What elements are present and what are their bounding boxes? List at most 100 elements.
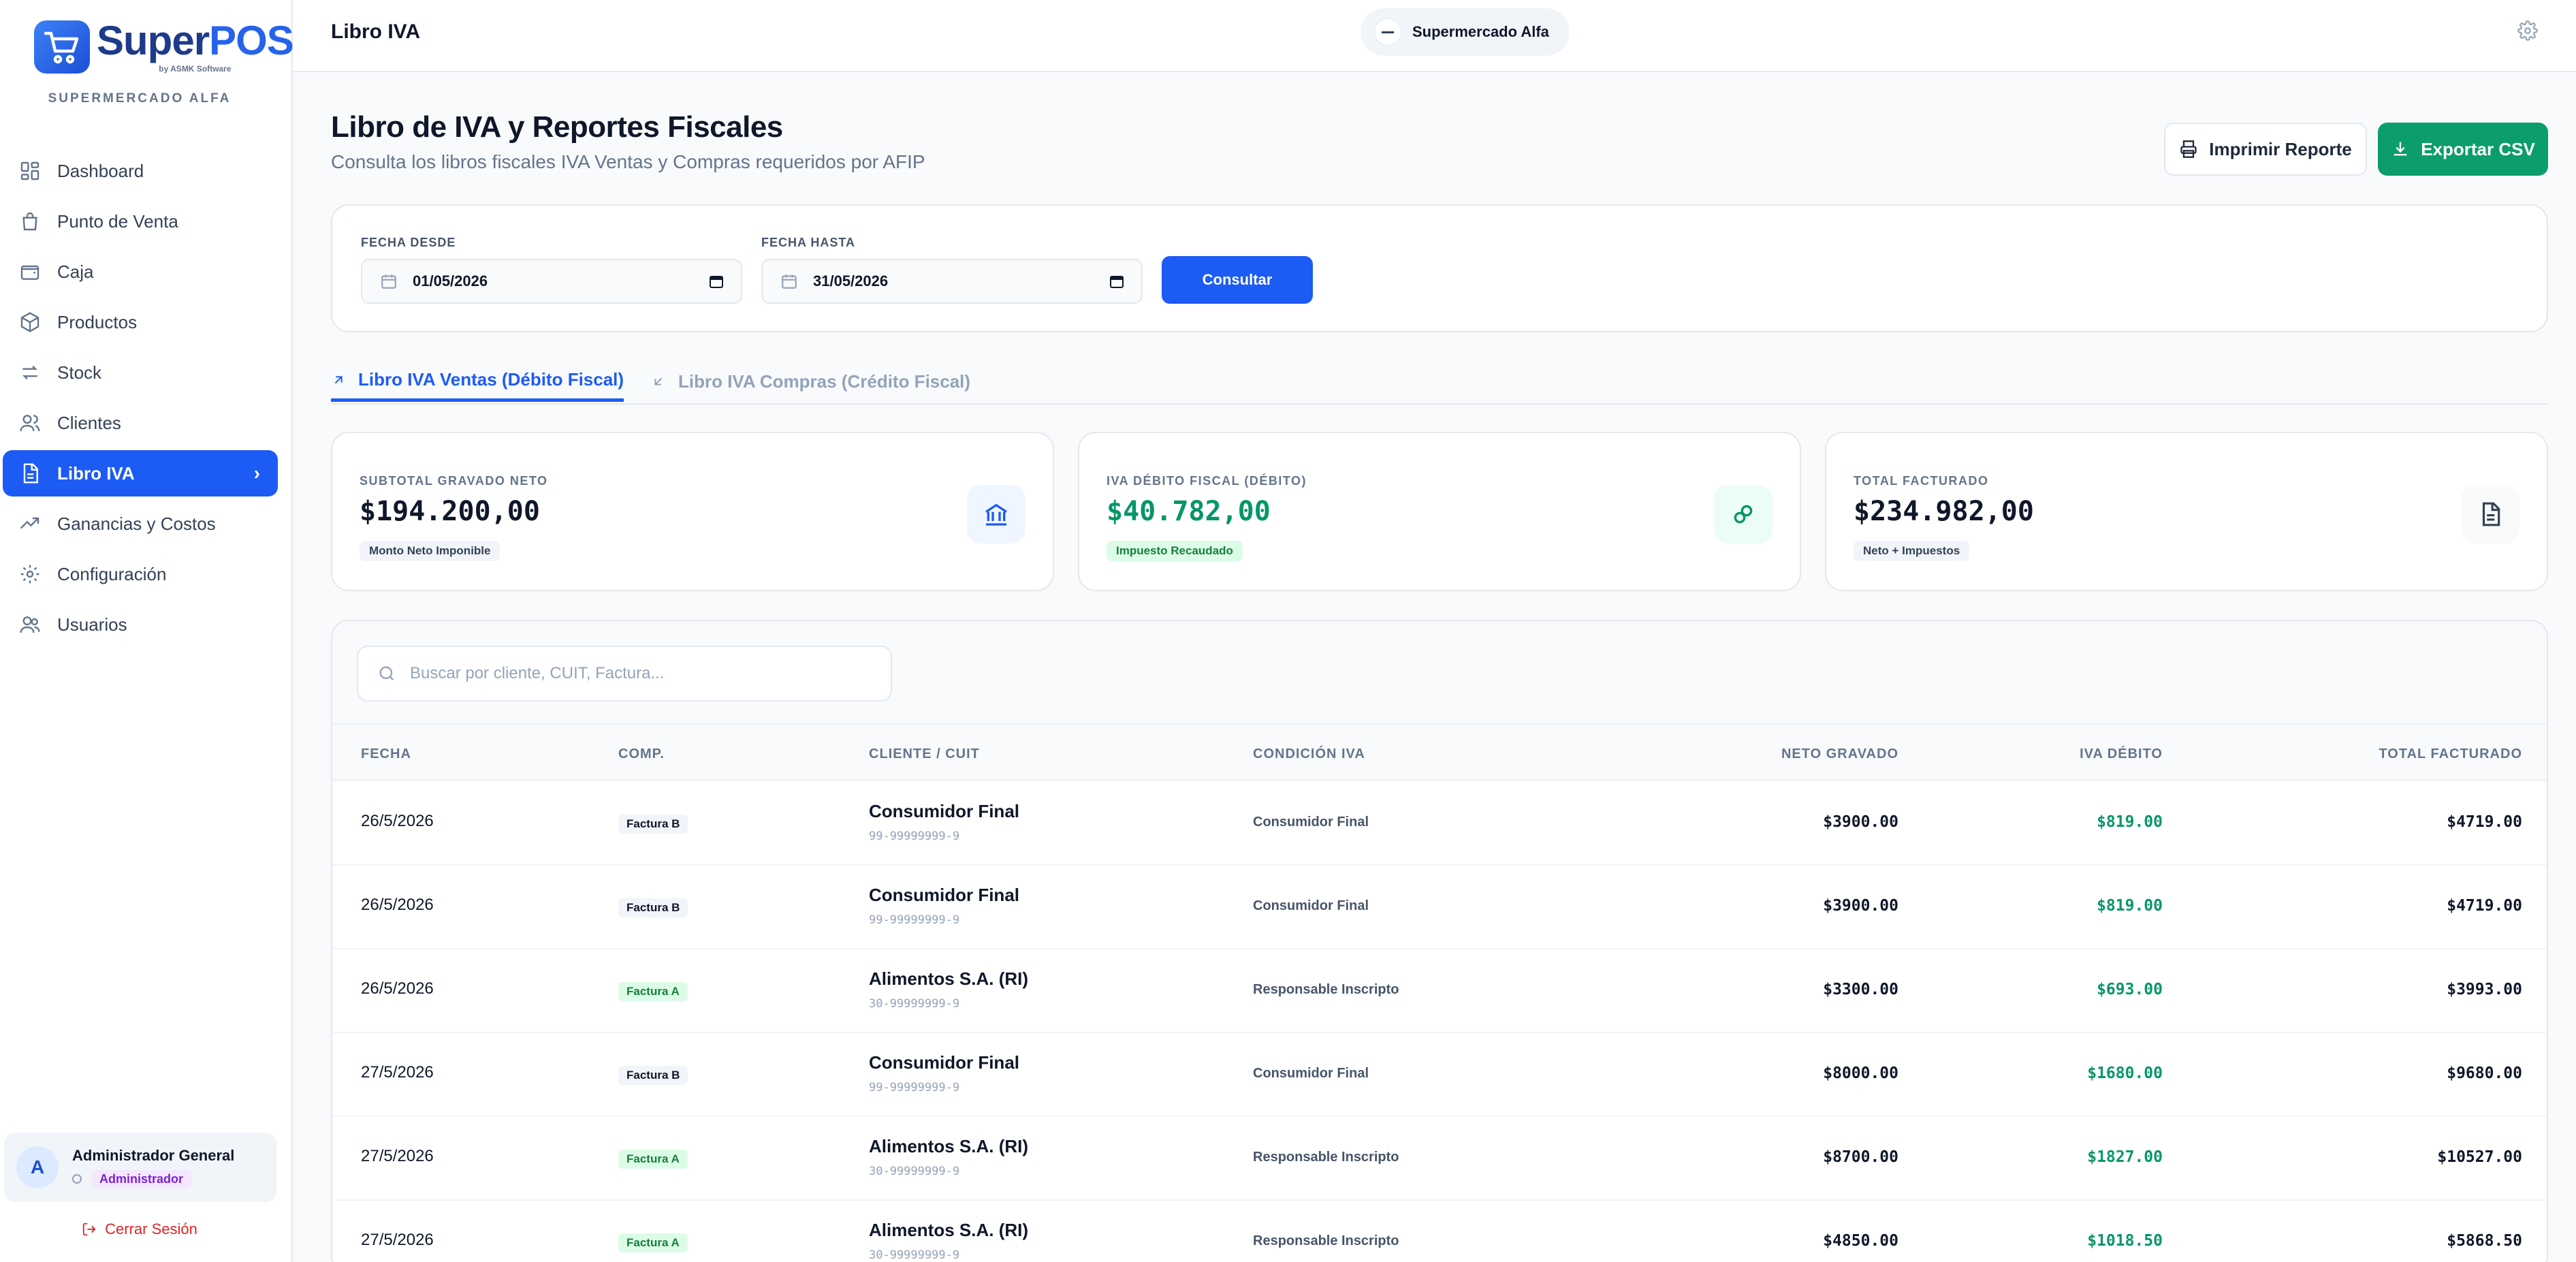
client-cuit: 99-99999999-9	[869, 913, 960, 927]
table-row[interactable]: 26/5/2026 Factura B Consumidor Final 99-…	[332, 866, 2547, 949]
users-icon	[20, 415, 40, 432]
logout-icon	[82, 1222, 96, 1236]
th-iva[interactable]: IVA DÉBITO	[2080, 746, 2163, 762]
date-to-input[interactable]: 31/05/2026	[761, 259, 1143, 304]
sidebar-item-stock[interactable]: Stock	[3, 349, 278, 396]
search-icon	[379, 666, 394, 681]
store-icon	[1374, 18, 1401, 46]
iva-debito: $1680.00	[2087, 1064, 2163, 1082]
sidebar-item-configuracion[interactable]: Configuración	[3, 551, 278, 597]
sidebar-item-dashboard[interactable]: Dashboard	[3, 148, 278, 194]
sidebar-item-productos[interactable]: Productos	[3, 299, 278, 345]
th-total[interactable]: TOTAL FACTURADO	[2379, 746, 2522, 762]
trending-up-icon	[20, 517, 39, 529]
cell-date: 26/5/2026	[361, 812, 434, 830]
neto-gravado: $8700.00	[1823, 1148, 1898, 1166]
box-icon	[20, 312, 39, 332]
stat-card-total: TOTAL FACTURADO $234.982,00 Neto + Impue…	[1825, 432, 2548, 591]
date-from-input[interactable]: 01/05/2026	[361, 259, 742, 304]
date-from-label: FECHA DESDE	[361, 236, 456, 249]
gear-icon	[20, 565, 39, 584]
store-label: SUPERMERCADO ALFA	[48, 91, 232, 106]
sidebar-item-label: Stock	[57, 362, 102, 383]
logout-button[interactable]: Cerrar Sesión	[0, 1220, 279, 1238]
arrow-down-left-icon	[654, 377, 663, 385]
store-name: Supermercado Alfa	[1412, 23, 1549, 40]
calendar-icon	[381, 274, 396, 289]
table-header: FECHA COMP. CLIENTE / CUIT CONDICIÓN IVA…	[332, 723, 2547, 780]
sidebar-item-label: Usuarios	[57, 614, 127, 635]
iva-debito: $819.00	[2097, 897, 2163, 915]
sidebar-item-label: Punto de Venta	[57, 210, 178, 232]
iva-debito: $819.00	[2097, 813, 2163, 831]
sidebar-item-usuarios[interactable]: Usuarios	[3, 601, 278, 648]
sidebar-item-punto-de-venta[interactable]: Punto de Venta	[3, 198, 278, 244]
iva-condition: Responsable Inscripto	[1253, 1233, 1399, 1248]
date-from-value: 01/05/2026	[413, 272, 488, 289]
client-cuit: 30-99999999-9	[869, 1248, 960, 1262]
date-to-value: 31/05/2026	[813, 272, 889, 289]
export-csv-button[interactable]: Exportar CSV	[2378, 123, 2548, 176]
arrows-swap-icon	[22, 365, 37, 380]
table-row[interactable]: 26/5/2026 Factura B Consumidor Final 99-…	[332, 782, 2547, 866]
total-facturado: $4719.00	[2447, 813, 2522, 831]
table-row[interactable]: 27/5/2026 Factura A Alimentos S.A. (RI) …	[332, 1117, 2547, 1201]
client-cuit: 30-99999999-9	[869, 1165, 960, 1178]
table-row[interactable]: 27/5/2026 Factura B Consumidor Final 99-…	[332, 1033, 2547, 1117]
page-title: Libro de IVA y Reportes Fiscales	[331, 110, 783, 144]
cell-date: 26/5/2026	[361, 896, 434, 914]
iva-condition: Consumidor Final	[1253, 898, 1369, 913]
stat-badge: Neto + Impuestos	[1854, 541, 1970, 561]
tab-libro-ventas[interactable]: Libro IVA Ventas (Débito Fiscal)	[331, 361, 624, 402]
table-row[interactable]: 27/5/2026 Factura A Alimentos S.A. (RI) …	[332, 1201, 2547, 1262]
document-icon	[23, 463, 38, 484]
search-input[interactable]	[410, 664, 873, 683]
th-neto[interactable]: NETO GRAVADO	[1781, 746, 1898, 762]
search-box[interactable]	[357, 646, 892, 701]
ventas-table-card: FECHA COMP. CLIENTE / CUIT CONDICIÓN IVA…	[331, 620, 2548, 1262]
client-name: Alimentos S.A. (RI)	[869, 968, 1029, 989]
settings-gear-icon[interactable]	[2517, 20, 2538, 41]
th-condicion[interactable]: CONDICIÓN IVA	[1253, 746, 1365, 762]
print-report-label: Imprimir Reporte	[2209, 138, 2352, 159]
cart-logo-icon	[34, 20, 90, 74]
th-fecha[interactable]: FECHA	[361, 746, 411, 762]
store-selector[interactable]: Supermercado Alfa	[1361, 8, 1570, 56]
table-row[interactable]: 26/5/2026 Factura A Alimentos S.A. (RI) …	[332, 949, 2547, 1033]
user-role-badge: Administrador	[91, 1169, 192, 1188]
th-cliente[interactable]: CLIENTE / CUIT	[869, 746, 980, 762]
tab-label: Libro IVA Compras (Crédito Fiscal)	[678, 370, 971, 392]
stat-card-iva: IVA DÉBITO FISCAL (DÉBITO) $40.782,00 Im…	[1078, 432, 1801, 591]
cell-date: 27/5/2026	[361, 1147, 434, 1165]
date-picker-icon[interactable]	[1109, 273, 1125, 289]
comp-badge: Factura A	[618, 1150, 688, 1169]
brand-name: SuperPOS	[97, 18, 294, 63]
cell-date: 27/5/2026	[361, 1231, 434, 1249]
brand-tagline: by ASMK Software	[159, 64, 232, 74]
user-group-icon	[20, 616, 40, 633]
sidebar: SuperPOS by ASMK Software SUPERMERCADO A…	[0, 0, 294, 1262]
iva-condition: Consumidor Final	[1253, 1066, 1369, 1081]
printer-icon	[2180, 140, 2197, 158]
total-facturado: $10527.00	[2437, 1148, 2522, 1166]
print-report-button[interactable]: Imprimir Reporte	[2164, 123, 2367, 176]
sidebar-item-libro-iva[interactable]: Libro IVA ›	[3, 450, 278, 496]
comp-badge: Factura B	[618, 898, 688, 917]
logo[interactable]: SuperPOS by ASMK Software	[34, 18, 294, 74]
user-card[interactable]: A Administrador General Administrador	[4, 1133, 276, 1202]
neto-gravado: $3300.00	[1823, 981, 1898, 998]
invoice-icon	[2461, 485, 2519, 543]
tab-libro-compras[interactable]: Libro IVA Compras (Crédito Fiscal)	[651, 361, 970, 402]
consultar-button[interactable]: Consultar	[1162, 256, 1313, 304]
user-name: Administrador General	[72, 1146, 235, 1164]
date-picker-icon[interactable]	[708, 273, 725, 289]
stat-badge: Monto Neto Imponible	[360, 541, 500, 561]
stat-badge: Impuesto Recaudado	[1107, 541, 1243, 561]
sidebar-item-ganancias[interactable]: Ganancias y Costos	[3, 501, 278, 547]
th-comp[interactable]: COMP.	[618, 746, 665, 762]
sidebar-item-label: Productos	[57, 311, 138, 332]
sidebar-item-clientes[interactable]: Clientes	[3, 400, 278, 446]
sidebar-item-caja[interactable]: Caja	[3, 249, 278, 295]
stat-label: TOTAL FACTURADO	[1854, 474, 1989, 488]
stat-card-neto: SUBTOTAL GRAVADO NETO $194.200,00 Monto …	[331, 432, 1054, 591]
